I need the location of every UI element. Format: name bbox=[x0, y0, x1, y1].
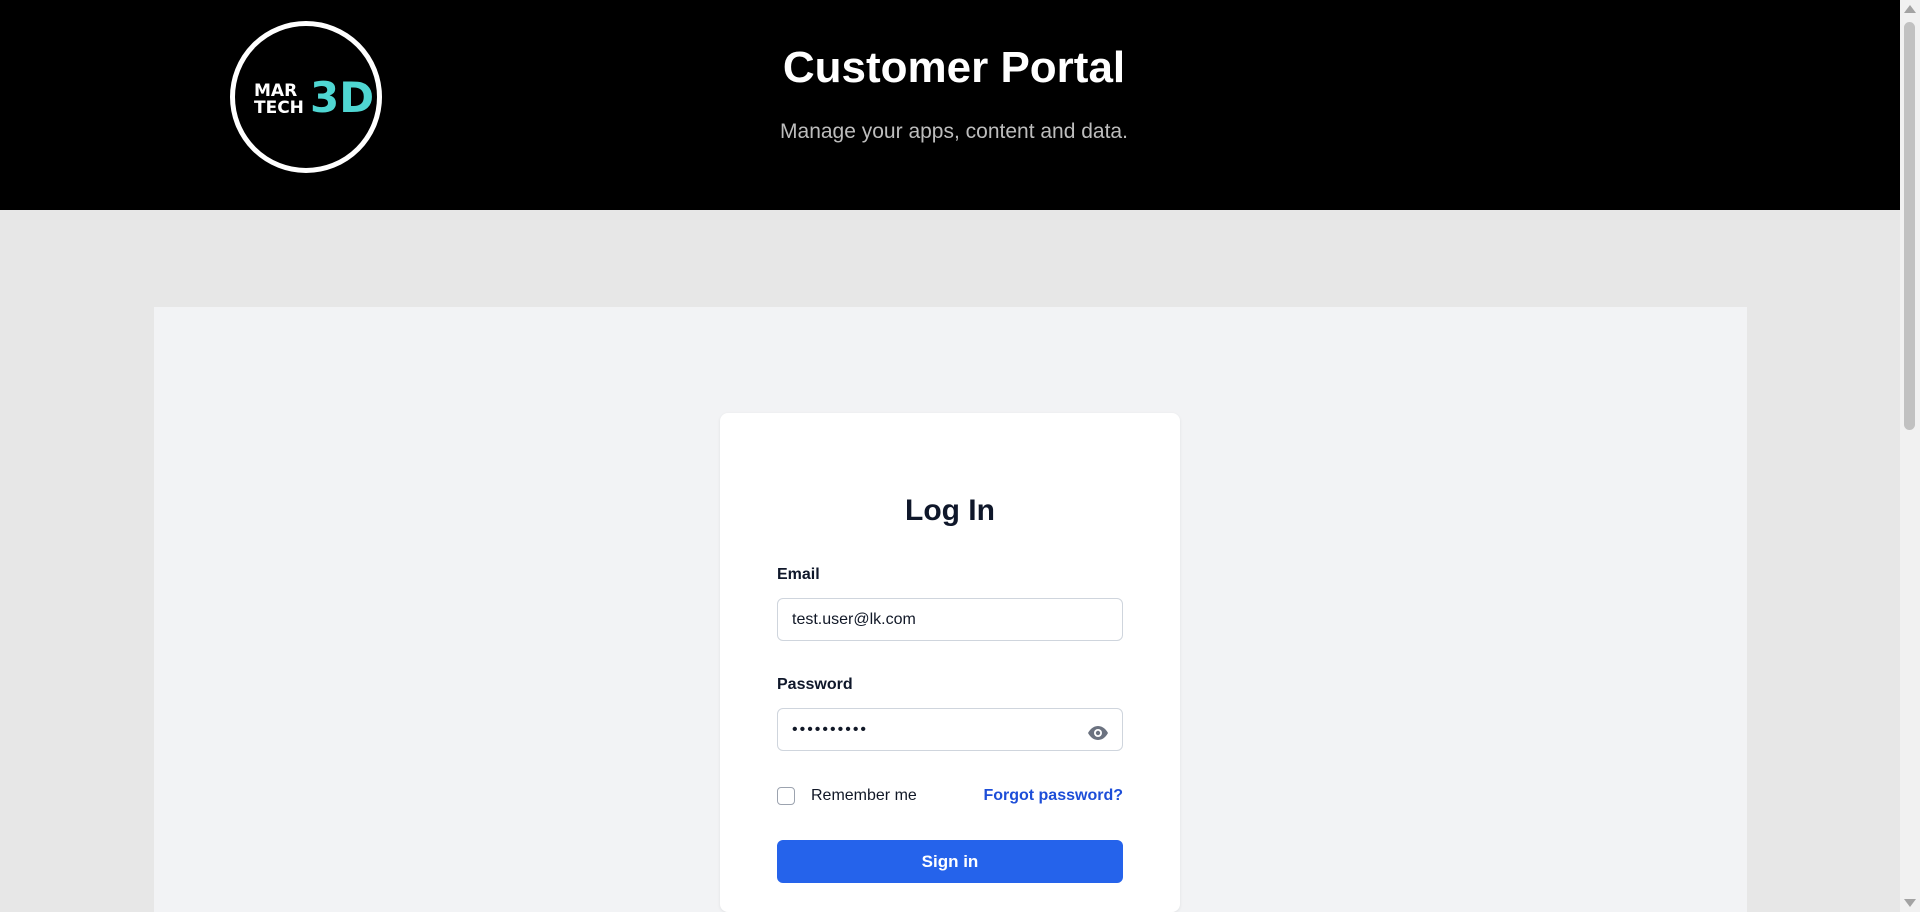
eye-icon[interactable] bbox=[1086, 725, 1110, 741]
password-label: Password bbox=[777, 676, 853, 693]
forgot-password-link[interactable]: Forgot password? bbox=[983, 785, 1123, 806]
password-field[interactable] bbox=[777, 708, 1123, 751]
scroll-down-arrow-icon[interactable] bbox=[1904, 899, 1916, 907]
page-subtitle: Manage your apps, content and data. bbox=[780, 120, 1128, 143]
login-title: Log In bbox=[905, 494, 995, 527]
logo-line-tech: TECH bbox=[254, 98, 304, 118]
email-label: Email bbox=[777, 566, 820, 583]
sign-in-button[interactable]: Sign in bbox=[777, 840, 1123, 883]
scroll-up-arrow-icon[interactable] bbox=[1904, 5, 1916, 13]
email-field[interactable] bbox=[777, 598, 1123, 641]
page-title: Customer Portal bbox=[782, 43, 1126, 92]
site-header: MAR TECH 3D Customer Portal Manage your … bbox=[0, 0, 1900, 210]
scrollbar-thumb[interactable] bbox=[1904, 22, 1915, 430]
vertical-scrollbar[interactable] bbox=[1900, 0, 1920, 912]
login-card: Log In Email Password Remember me Forgot… bbox=[720, 413, 1180, 912]
remember-me-checkbox[interactable] bbox=[777, 787, 795, 805]
remember-me-label[interactable]: Remember me bbox=[811, 785, 917, 806]
